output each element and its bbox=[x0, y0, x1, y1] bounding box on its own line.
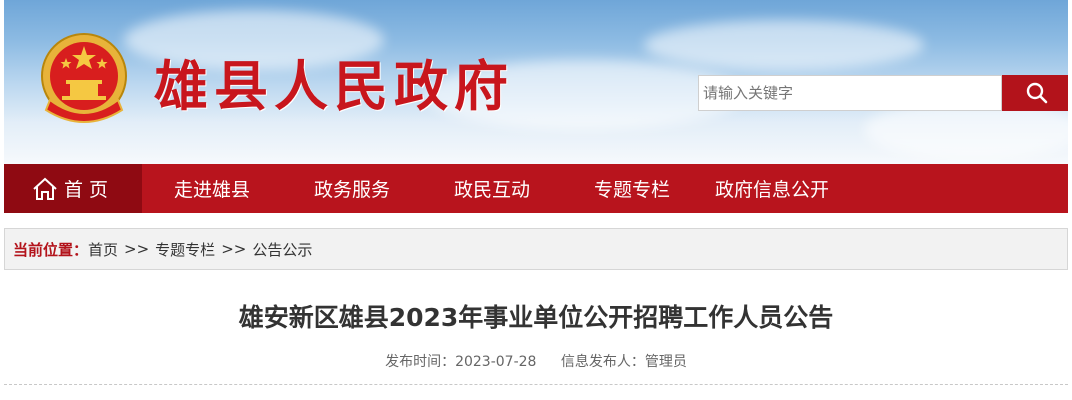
cloud-decoration bbox=[644, 20, 924, 70]
article-title: 雄安新区雄县2023年事业单位公开招聘工作人员公告 bbox=[238, 303, 834, 332]
search-icon bbox=[1026, 82, 1048, 104]
publish-date: 发布时间：2023-07-28 bbox=[385, 354, 537, 370]
breadcrumb-separator: >> bbox=[124, 240, 150, 258]
nav-item-interaction[interactable]: 政民互动 bbox=[422, 164, 562, 213]
breadcrumb: 当前位置： 首页 >> 专题专栏 >> 公告公示 bbox=[4, 228, 1068, 270]
nav-item-home[interactable]: 首页 bbox=[4, 164, 142, 213]
nav-item-topics[interactable]: 专题专栏 bbox=[562, 164, 702, 213]
article-meta: 发布时间：2023-07-28 信息发布人：管理员 bbox=[0, 351, 1072, 371]
home-icon bbox=[33, 177, 57, 200]
site-title: 雄县人民政府 bbox=[154, 54, 514, 118]
nav-item-info-disclosure[interactable]: 政府信息公开 bbox=[702, 164, 842, 213]
search-button[interactable] bbox=[1002, 75, 1068, 111]
divider bbox=[4, 384, 1068, 385]
breadcrumb-link-home[interactable]: 首页 bbox=[88, 239, 118, 260]
breadcrumb-link-topics[interactable]: 专题专栏 bbox=[155, 239, 215, 260]
publisher: 信息发布人：管理员 bbox=[560, 354, 687, 370]
main-nav: 首页 走进雄县 政务服务 政民互动 专题专栏 政府信息公开 bbox=[4, 164, 1068, 213]
site-header: 雄县人民政府 bbox=[4, 0, 1068, 164]
breadcrumb-label: 当前位置： bbox=[13, 240, 89, 259]
national-emblem-icon bbox=[41, 33, 127, 123]
search-input[interactable] bbox=[698, 75, 1002, 111]
breadcrumb-link-notices[interactable]: 公告公示 bbox=[252, 239, 312, 260]
nav-item-services[interactable]: 政务服务 bbox=[282, 164, 422, 213]
breadcrumb-separator: >> bbox=[221, 240, 247, 258]
nav-item-about[interactable]: 走进雄县 bbox=[142, 164, 282, 213]
nav-item-label: 首页 bbox=[63, 179, 114, 201]
